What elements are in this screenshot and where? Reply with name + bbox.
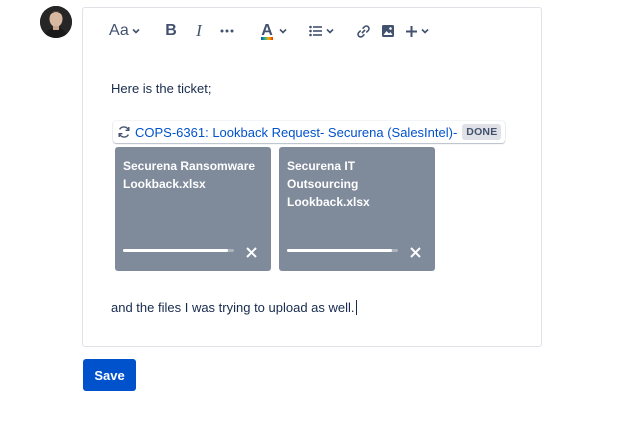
jira-smart-link[interactable]: COPS-6361: Lookback Request- Securena (S… xyxy=(113,121,506,143)
insert-dropdown[interactable] xyxy=(405,17,429,45)
link-button[interactable] xyxy=(356,17,371,45)
editor-content[interactable]: Here is the ticket; xyxy=(111,80,521,98)
color-swatch-bar xyxy=(260,37,273,40)
file-card[interactable]: Securena Ransomware Lookback.xlsx xyxy=(115,147,271,271)
plus-icon xyxy=(405,25,417,37)
save-button[interactable]: Save xyxy=(83,359,136,391)
paragraph-text: and the files I was trying to upload as … xyxy=(111,300,355,315)
avatar-image xyxy=(40,6,72,38)
close-icon xyxy=(245,246,257,258)
upload-progress-fill xyxy=(123,249,229,252)
smart-link-title: COPS-6361: Lookback Request- Securena (S… xyxy=(135,124,458,140)
cancel-upload-button[interactable] xyxy=(245,246,257,258)
cancel-upload-button[interactable] xyxy=(409,246,421,258)
more-icon xyxy=(220,29,234,33)
file-name: Securena Ransomware Lookback.xlsx xyxy=(123,159,256,191)
user-avatar[interactable] xyxy=(40,6,72,38)
insert-image-button[interactable] xyxy=(381,17,395,45)
sync-icon xyxy=(117,125,131,139)
image-icon xyxy=(381,25,394,37)
chevron-down-icon[interactable] xyxy=(279,28,287,34)
editor-toolbar: Aa B I A xyxy=(83,8,541,54)
upload-progress-bar xyxy=(123,249,234,252)
text-cursor xyxy=(355,300,357,315)
chevron-down-icon xyxy=(132,28,140,34)
bullet-list-icon xyxy=(309,25,322,37)
text-style-label: Aa xyxy=(109,22,129,39)
chevron-down-icon xyxy=(326,28,334,34)
text-color-button[interactable]: A xyxy=(258,17,276,45)
list-dropdown[interactable] xyxy=(309,17,334,45)
italic-button[interactable]: I xyxy=(190,17,208,45)
status-badge: DONE xyxy=(462,124,502,140)
more-formatting-button[interactable] xyxy=(218,17,236,45)
upload-progress-bar xyxy=(287,249,398,252)
comment-editor[interactable]: Aa B I A Here is the ticket; COPS-6361: … xyxy=(82,7,542,347)
text-style-dropdown[interactable]: Aa xyxy=(109,17,140,45)
paragraph: Here is the ticket; xyxy=(111,81,212,96)
upload-progress-fill xyxy=(287,249,393,252)
chevron-down-icon xyxy=(421,28,429,34)
link-icon xyxy=(357,24,370,38)
file-card[interactable]: Securena IT Outsourcing Lookback.xlsx xyxy=(279,147,435,271)
bold-button[interactable]: B xyxy=(162,17,180,45)
file-name: Securena IT Outsourcing Lookback.xlsx xyxy=(287,159,370,209)
file-attachments: Securena Ransomware Lookback.xlsx Securen… xyxy=(115,147,443,271)
close-icon xyxy=(409,246,421,258)
paragraph: and the files I was trying to upload as … xyxy=(111,299,357,317)
